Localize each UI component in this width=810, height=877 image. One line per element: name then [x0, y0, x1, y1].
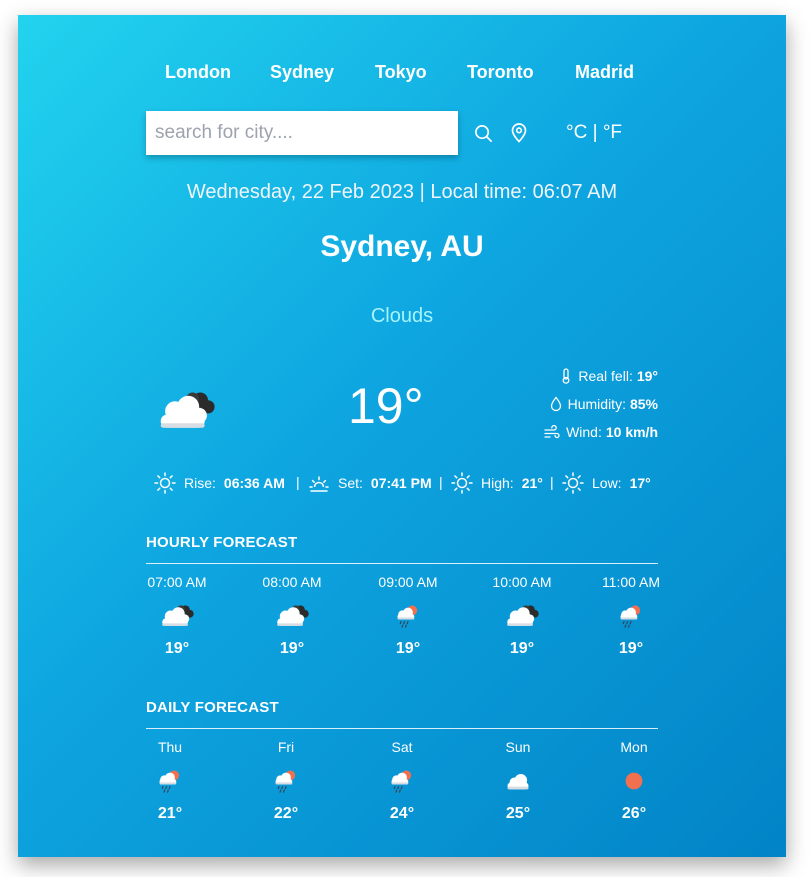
forecast-day: Thu — [157, 739, 183, 755]
sunrise-label: Rise: — [184, 475, 216, 491]
high-value: 21° — [521, 475, 543, 491]
sun-icon — [584, 767, 684, 797]
hourly-forecast-item: 10:00 AM 19° — [472, 574, 572, 658]
celsius-button[interactable]: °C — [566, 122, 587, 143]
sunset-value: 07:41 PM — [370, 475, 432, 491]
separator: | — [550, 474, 554, 490]
daily-forecast-item: Fri 22° — [236, 739, 336, 823]
forecast-time: 09:00 AM — [378, 574, 438, 590]
real-feel-label: Real fell: — [578, 368, 633, 384]
weather-condition: Clouds — [370, 305, 434, 327]
rain-sun-icon — [120, 767, 220, 797]
real-feel-row: Real fell: 19° — [560, 368, 658, 384]
cloudy-icon — [242, 602, 342, 632]
hourly-forecast-item: 09:00 AM 19° — [358, 574, 458, 658]
forecast-time: 08:00 AM — [262, 574, 322, 590]
daily-forecast-item: Thu 21° — [120, 739, 220, 823]
daily-forecast-title: DAILY FORECAST — [146, 699, 279, 716]
hourly-forecast-item: 07:00 AM 19° — [127, 574, 227, 658]
forecast-day: Sun — [505, 739, 531, 755]
forecast-time: 10:00 AM — [492, 574, 552, 590]
humidity-label: Humidity: — [567, 396, 626, 412]
current-temperature: 19° — [348, 378, 424, 434]
separator: | — [296, 474, 300, 490]
cloudy-icon — [127, 602, 227, 632]
cloudy-icon — [472, 602, 572, 632]
forecast-temp: 26° — [621, 805, 647, 822]
unit-toggle: °C | °F — [566, 122, 622, 144]
location-title: Sydney, AU — [320, 230, 484, 263]
hourly-forecast-item: 11:00 AM 19° — [581, 574, 681, 658]
location-pin-icon[interactable] — [511, 123, 527, 148]
forecast-day: Mon — [620, 739, 648, 755]
forecast-time: 11:00 AM — [601, 574, 661, 590]
cloud-icon — [468, 767, 568, 797]
forecast-temp: 22° — [273, 805, 299, 822]
wind-value: 10 km/h — [605, 424, 658, 440]
sunset-icon — [309, 476, 329, 492]
droplet-icon — [550, 396, 561, 412]
wind-icon — [544, 425, 560, 439]
low-item: Low: 17° — [562, 472, 651, 494]
daily-forecast-item: Sun 25° — [468, 739, 568, 823]
daily-forecast-item: Mon 26° — [584, 739, 684, 823]
hourly-forecast-title: HOURLY FORECAST — [146, 534, 298, 551]
wind-row: Wind: 10 km/h — [544, 424, 658, 440]
unit-separator: | — [592, 122, 598, 143]
forecast-temp: 19° — [395, 640, 421, 657]
sunset-item: Set: 07:41 PM — [308, 472, 432, 494]
sun-icon — [451, 472, 473, 494]
search-icon[interactable] — [474, 124, 493, 148]
fahrenheit-button[interactable]: °F — [603, 122, 622, 143]
forecast-temp: 19° — [509, 640, 535, 657]
search-input[interactable] — [146, 111, 458, 155]
forecast-temp: 19° — [279, 640, 305, 657]
sunrise-item: Rise: 06:36 AM — [154, 472, 285, 494]
forecast-day: Sat — [391, 739, 413, 755]
cloudy-icon — [155, 387, 217, 436]
sunset-label: Set: — [338, 475, 363, 491]
forecast-time: 07:00 AM — [147, 574, 207, 590]
forecast-day: Fri — [277, 739, 295, 755]
hourly-forecast-item: 08:00 AM 19° — [242, 574, 342, 658]
weather-card: London Sydney Tokyo Toronto Madrid °C | … — [18, 15, 786, 857]
forecast-temp: 21° — [157, 805, 183, 822]
forecast-temp: 19° — [164, 640, 190, 657]
sun-details-row: Rise: 06:36 AM | Set: 07:41 PM | High: 2… — [154, 472, 674, 494]
wind-label: Wind: — [566, 424, 602, 440]
divider — [146, 563, 658, 564]
forecast-temp: 19° — [618, 640, 644, 657]
local-datetime: Wednesday, 22 Feb 2023 | Local time: 06:… — [186, 181, 618, 203]
city-button-toronto[interactable]: Toronto — [467, 62, 534, 83]
divider — [146, 728, 658, 729]
sunrise-value: 06:36 AM — [223, 475, 285, 491]
rain-sun-icon — [352, 767, 452, 797]
forecast-temp: 24° — [389, 805, 415, 822]
high-item: High: 21° — [451, 472, 543, 494]
humidity-row: Humidity: 85% — [550, 396, 658, 412]
sun-icon — [562, 472, 584, 494]
rain-sun-icon — [236, 767, 336, 797]
sun-icon — [154, 472, 176, 494]
city-button-london[interactable]: London — [165, 62, 231, 83]
separator: | — [439, 474, 443, 490]
city-shortcuts: London Sydney Tokyo Toronto Madrid — [18, 62, 786, 82]
humidity-value: 85% — [629, 396, 658, 412]
low-label: Low: — [592, 475, 622, 491]
daily-forecast-item: Sat 24° — [352, 739, 452, 823]
low-value: 17° — [629, 475, 651, 491]
high-label: High: — [481, 475, 514, 491]
thermometer-icon — [562, 368, 570, 384]
rain-sun-icon — [358, 602, 458, 632]
city-button-madrid[interactable]: Madrid — [575, 62, 634, 83]
real-feel-value: 19° — [636, 368, 658, 384]
city-button-tokyo[interactable]: Tokyo — [375, 62, 427, 83]
rain-sun-icon — [581, 602, 681, 632]
city-button-sydney[interactable]: Sydney — [270, 62, 334, 83]
forecast-temp: 25° — [505, 805, 531, 822]
